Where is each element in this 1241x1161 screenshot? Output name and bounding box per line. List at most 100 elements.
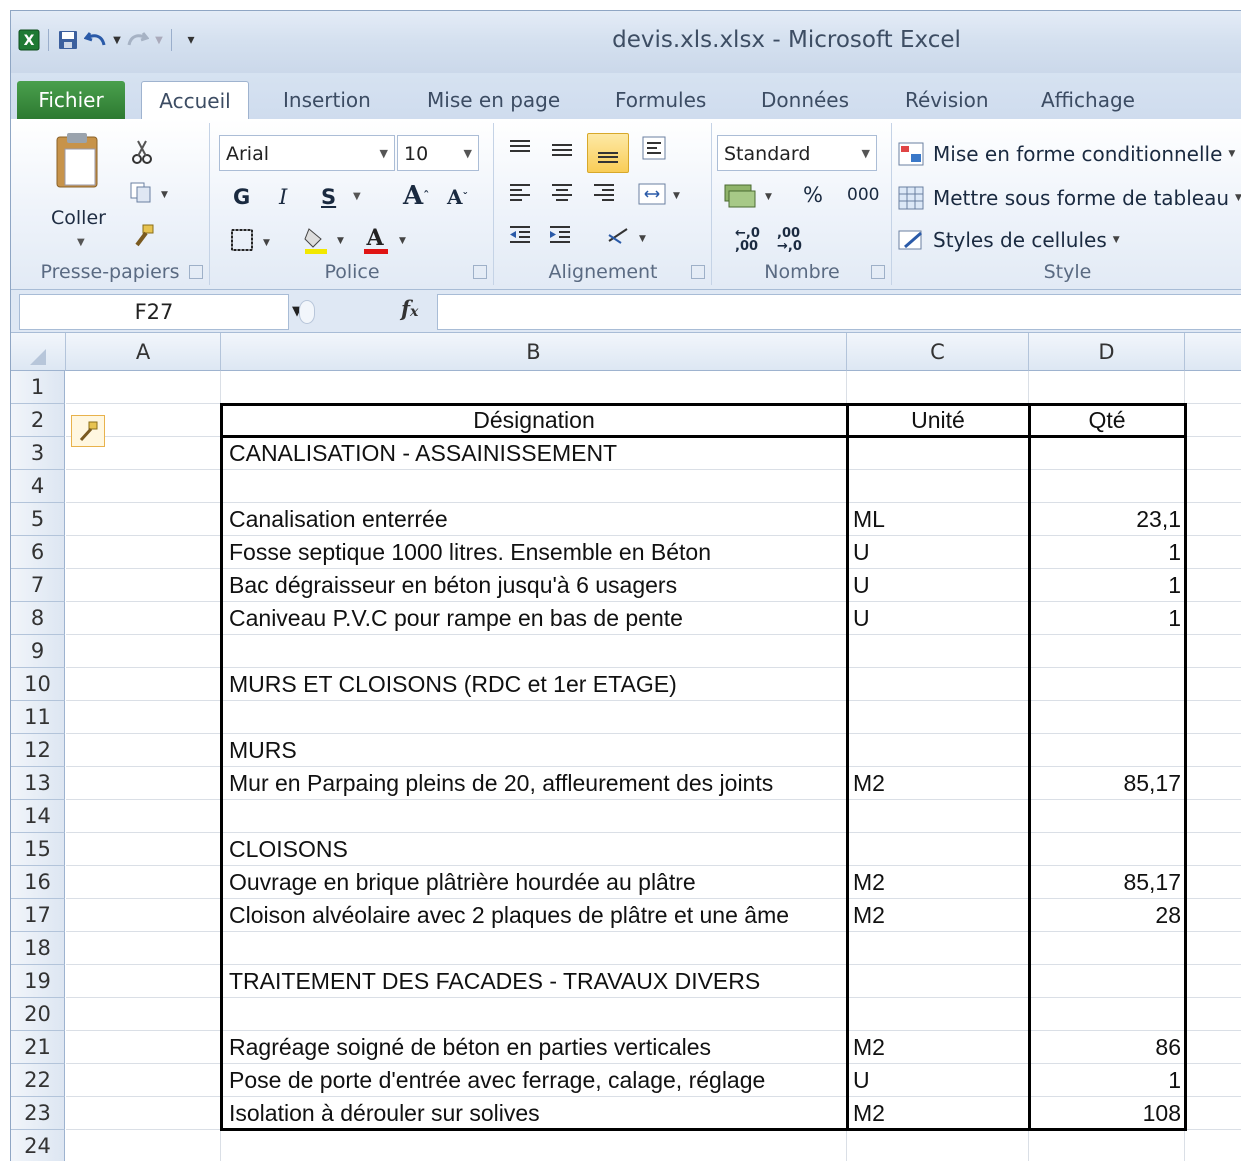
row-header[interactable]: 14 [11,800,65,833]
align-right-icon[interactable] [591,181,617,205]
number-format-value: Standard [724,143,811,165]
tab-affichage[interactable]: Affichage [1041,81,1135,119]
style-group-label: Style [1043,261,1092,283]
row-header[interactable]: 10 [11,668,65,701]
row-header[interactable]: 5 [11,503,65,536]
chevron-down-icon: ▼ [463,147,472,160]
svg-text:▼: ▼ [337,236,344,246]
conditional-formatting-label: Mise en forme conditionnelle [933,142,1223,166]
clipboard-launcher-icon[interactable] [189,265,203,279]
row-header[interactable]: 15 [11,833,65,866]
align-left-icon[interactable] [507,181,533,205]
conditional-formatting-button[interactable]: Mise en forme conditionnelle ▼ [897,141,1235,167]
format-painter-icon[interactable] [131,223,157,249]
decrease-decimal-icon[interactable]: ,00 →,0 [777,227,802,253]
row-header[interactable]: 24 [11,1130,65,1161]
column-header-d[interactable]: D [1029,333,1185,371]
column-header-b[interactable]: B [221,333,847,371]
bold-button[interactable]: G [233,185,250,209]
row-header[interactable]: 8 [11,602,65,635]
paste-dropdown-icon[interactable]: ▼ [77,237,85,248]
row-header[interactable]: 9 [11,635,65,668]
row-header[interactable]: 22 [11,1064,65,1097]
chevron-down-icon: ▼ [1112,235,1120,245]
alignment-launcher-icon[interactable] [691,265,705,279]
row-header[interactable]: 11 [11,701,65,734]
number-launcher-icon[interactable] [871,265,885,279]
underline-dropdown-icon[interactable]: ▼ [353,191,361,202]
row-header[interactable]: 6 [11,536,65,569]
row-header[interactable]: 21 [11,1031,65,1064]
row-header[interactable]: 3 [11,437,65,470]
borders-icon[interactable]: ▼ [229,227,273,253]
percent-button[interactable]: % [803,183,823,207]
cell-styles-button[interactable]: Styles de cellules ▼ [897,227,1120,253]
font-color-icon[interactable]: A ▼ [363,225,411,255]
row-header[interactable]: 13 [11,767,65,800]
fill-color-icon[interactable]: ▼ [303,225,351,255]
format-as-table-button[interactable]: Mettre sous forme de tableau ▼ [897,185,1241,211]
increase-indent-icon[interactable] [547,223,573,249]
decrease-indent-icon[interactable] [507,223,533,249]
number-group-label: Nombre [764,261,840,283]
number-format-combo[interactable]: Standard ▼ [717,135,877,171]
font-size-combo[interactable]: 10 ▼ [397,135,479,171]
wrap-text-icon[interactable] [641,135,669,163]
chevron-down-icon: ▼ [861,147,870,160]
row-header[interactable]: 7 [11,569,65,602]
row-header[interactable]: 20 [11,998,65,1031]
underline-button[interactable]: S [321,185,336,209]
shrink-font-icon[interactable]: Aˇ [447,185,468,209]
paste-icon[interactable] [53,131,107,191]
copy-icon[interactable]: ▼ [129,181,169,203]
ribbon-tabs: Fichier Accueil Insertion Mise en page F… [11,73,1241,120]
tab-insertion[interactable]: Insertion [283,81,371,119]
cell-styles-label: Styles de cellules [933,228,1107,252]
align-center-icon[interactable] [549,181,575,205]
tab-revision[interactable]: Révision [905,81,989,119]
row-header[interactable]: 12 [11,734,65,767]
column-header-e[interactable] [1185,333,1241,371]
insert-function-icon[interactable]: fx [401,296,418,321]
app-name: Microsoft Excel [787,27,961,53]
row-header[interactable]: 19 [11,965,65,998]
tab-fichier[interactable]: Fichier [17,81,125,119]
column-header-a[interactable]: A [66,333,221,371]
clipboard-group-label: Presse-papiers [40,261,180,283]
row-header[interactable]: 4 [11,470,65,503]
align-top-icon[interactable] [507,137,533,161]
align-middle-icon[interactable] [549,137,575,161]
tab-accueil[interactable]: Accueil [141,81,249,120]
row-header[interactable]: 2 [11,404,65,437]
orientation-icon[interactable]: ▼ [605,223,651,249]
chevron-down-icon: ▼ [1235,193,1241,203]
format-as-table-label: Mettre sous forme de tableau [933,186,1230,210]
grow-font-icon[interactable]: Aˆ [403,181,429,211]
tab-mise-en-page[interactable]: Mise en page [427,81,560,119]
increase-decimal-icon[interactable]: ←,0,00 [735,227,760,253]
font-name-combo[interactable]: Arial ▼ [219,135,395,171]
paste-options-icon[interactable] [71,415,105,447]
select-all-corner[interactable] [11,333,66,371]
row-header[interactable]: 18 [11,932,65,965]
row-header[interactable]: 23 [11,1097,65,1130]
row-header[interactable]: 16 [11,866,65,899]
tab-donnees[interactable]: Données [761,81,849,119]
column-header-c[interactable]: C [847,333,1029,371]
name-box[interactable]: F27 ▼ [19,294,302,330]
row-header[interactable]: 1 [11,371,65,404]
currency-icon[interactable]: ▼ [723,181,773,209]
formula-bar-handle[interactable] [299,300,315,324]
merge-center-icon[interactable]: ▼ [637,181,683,207]
title-separator: - [772,27,781,53]
italic-button[interactable]: I [279,185,287,209]
tab-formules[interactable]: Formules [615,81,706,119]
thousands-button[interactable]: 000 [847,185,879,205]
style-group: Mise en forme conditionnelle ▼ Mettre so… [893,123,1241,285]
row-header[interactable]: 17 [11,899,65,932]
formula-input[interactable] [437,294,1241,330]
paste-label[interactable]: Coller [51,207,106,229]
cut-icon[interactable] [131,139,153,165]
font-launcher-icon[interactable] [473,265,487,279]
align-bottom-button[interactable] [587,133,629,173]
